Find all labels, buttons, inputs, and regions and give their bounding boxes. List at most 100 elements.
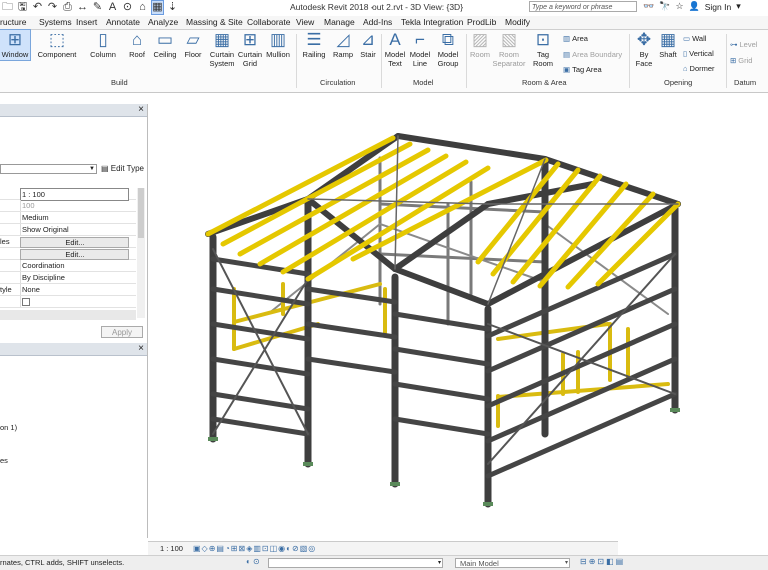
design-option-dropdown[interactable]: Main Model ▾ — [455, 558, 570, 568]
browser-item[interactable]: on 1) — [0, 423, 17, 432]
by-face-button[interactable]: ✥ By Face — [632, 30, 656, 68]
binoculars-icon[interactable]: 👓 — [643, 1, 654, 12]
area-button[interactable]: ▥ Area — [563, 34, 588, 43]
thin-lines-icon[interactable]: ▦ — [151, 0, 164, 15]
ribbon-tabs: ructure Systems Insert Annotate Analyze … — [0, 16, 768, 30]
chevron-down-icon[interactable]: ▾ — [736, 1, 741, 12]
show-hidden-lines-field[interactable]: By Discipline — [20, 272, 128, 283]
edit-type-button[interactable]: ▤ Edit Type — [101, 164, 144, 174]
tab-prodlib[interactable]: ProdLib — [467, 17, 496, 28]
document-title: out 2.rvt - 3D View: {3D} — [372, 2, 464, 12]
properties-table: 1 : 100 100 Medium Show Original les Edit… — [0, 188, 136, 308]
tab-add-ins[interactable]: Add-Ins — [363, 17, 392, 28]
favorites-icon[interactable]: ☆ — [675, 1, 683, 12]
floor-button[interactable]: ▱ Floor — [181, 30, 205, 60]
model-group-button[interactable]: ⧉ Model Group — [434, 30, 462, 68]
mullion-button[interactable]: ▥ Mullion — [264, 30, 292, 60]
tab-annotate[interactable]: Annotate — [106, 17, 140, 28]
3d-viewport[interactable] — [148, 104, 768, 541]
tab-tekla-integration[interactable]: Tekla Integration — [401, 17, 463, 28]
column-button[interactable]: ▯ Column — [88, 30, 118, 60]
section-icon[interactable]: ⌂ — [137, 1, 148, 14]
selection-filter-icons[interactable]: ⊟⊕⊡◧▤ — [580, 557, 625, 566]
text-icon[interactable]: A — [107, 1, 118, 14]
component-icon: ⬚ — [48, 30, 66, 49]
curtain-grid-button[interactable]: ⊞ Curtain Grid — [236, 30, 264, 68]
discipline-field[interactable]: Coordination — [20, 260, 128, 271]
curtain-system-button[interactable]: ▦ Curtain System — [208, 30, 236, 68]
floor-icon: ▱ — [186, 30, 200, 49]
column-icon: ▯ — [98, 30, 108, 49]
ramp-button[interactable]: ◿ Ramp — [331, 30, 355, 60]
search-input[interactable]: Type a keyword or phrase — [529, 1, 637, 12]
grid-button[interactable]: ⊞ Grid — [730, 56, 752, 65]
properties-scrollbar[interactable] — [137, 188, 145, 318]
save-icon[interactable]: 🖫 — [17, 1, 28, 14]
level-button[interactable]: ⊶ Level — [730, 40, 757, 49]
tab-massing-site[interactable]: Massing & Site — [186, 17, 243, 28]
model-line-icon: ⌐ — [415, 30, 425, 49]
sun-path-checkbox[interactable] — [22, 298, 30, 307]
tab-collaborate[interactable]: Collaborate — [247, 17, 290, 28]
tab-view[interactable]: View — [296, 17, 314, 28]
ceiling-label: Ceiling — [153, 50, 177, 59]
scrollbar-thumb[interactable] — [138, 188, 144, 238]
area-boundary-button[interactable]: ▤ Area Boundary — [563, 50, 622, 59]
measure-icon[interactable]: ↔ — [77, 1, 88, 14]
dimension-icon[interactable]: ✎ — [92, 1, 103, 14]
view-3d-icon[interactable]: ⊙ — [122, 1, 133, 14]
tab-analyze[interactable]: Analyze — [148, 17, 178, 28]
ramp-label: Ramp — [332, 50, 353, 59]
tag-room-button[interactable]: ⊡ Tag Room — [530, 30, 556, 68]
wall-opening-button[interactable]: ▭ Wall — [683, 34, 706, 43]
mullion-icon: ▥ — [269, 30, 287, 49]
roof-button[interactable]: ⌂ Roof — [124, 30, 150, 60]
model-text-button[interactable]: A Model Text — [382, 30, 408, 68]
datum-panel-label: Datum — [734, 78, 757, 87]
room-separator-button[interactable]: ▧ Room Separator — [492, 30, 526, 68]
tab-systems[interactable]: Systems — [39, 17, 72, 28]
shaft-button[interactable]: ▦ Shaft — [656, 30, 680, 60]
visibility-overrides-edit-button[interactable]: Edit... — [20, 237, 129, 248]
detail-level-field[interactable]: Medium — [20, 212, 128, 223]
ceiling-button[interactable]: ▭ Ceiling — [151, 30, 179, 60]
redo-icon[interactable]: ↷ — [47, 1, 58, 14]
print-icon[interactable]: ⎙ — [62, 1, 73, 14]
close-icon[interactable]: × — [138, 104, 144, 116]
tag-area-button[interactable]: ▣ Tag Area — [563, 65, 602, 74]
tab-modify[interactable]: Modify — [505, 17, 530, 28]
status-icons[interactable]: ◐ ⊙ — [246, 557, 260, 566]
dormer-button[interactable]: ⌂ Dormer — [683, 64, 715, 73]
workset-dropdown[interactable]: ▾ — [268, 558, 443, 568]
communication-icon[interactable]: 🔭 — [659, 1, 670, 12]
type-selector[interactable]: ▼ — [0, 164, 97, 174]
tab-structure[interactable]: ructure — [0, 17, 26, 28]
vertical-opening-button[interactable]: ▯ Vertical — [683, 49, 714, 58]
sign-in-link[interactable]: Sign In — [705, 2, 731, 12]
apply-button[interactable]: Apply — [101, 326, 143, 338]
open-icon[interactable]: 🗀 — [2, 1, 13, 14]
browser-item[interactable]: es — [0, 456, 8, 465]
app-title: Autodesk Revit 2018 - — [290, 2, 374, 12]
model-line-button[interactable]: ⌐ Model Line — [408, 30, 432, 68]
panel-separator — [726, 34, 727, 88]
qat-dropdown-icon[interactable]: ⇣ — [167, 1, 178, 14]
stair-icon: ⊿ — [360, 30, 376, 49]
view-control-icons[interactable]: ▣◇⊕▤◔⊞⊠◈▥⊡◫◉◐⊘▧◎ — [193, 543, 316, 554]
user-icon[interactable]: 👤 — [689, 1, 700, 12]
graphic-display-edit-button[interactable]: Edit... — [20, 249, 129, 260]
component-button[interactable]: ⬚ Component — [36, 30, 78, 60]
default-analysis-style-field[interactable]: None — [20, 284, 128, 295]
undo-icon[interactable]: ↶ — [32, 1, 43, 14]
tab-insert[interactable]: Insert — [76, 17, 97, 28]
room-button[interactable]: ▨ Room — [467, 30, 493, 60]
close-icon[interactable]: × — [138, 343, 144, 355]
stair-button[interactable]: ⊿ Stair — [356, 30, 380, 60]
parts-visibility-field[interactable]: Show Original — [20, 224, 128, 235]
view-scale[interactable]: 1 : 100 — [160, 543, 183, 554]
tab-manage[interactable]: Manage — [324, 17, 355, 28]
area-icon: ▥ — [563, 34, 571, 43]
window-button[interactable]: ⊞ Window — [0, 29, 31, 61]
property-group-header[interactable] — [0, 310, 136, 320]
railing-button[interactable]: ☰ Railing — [299, 30, 329, 60]
